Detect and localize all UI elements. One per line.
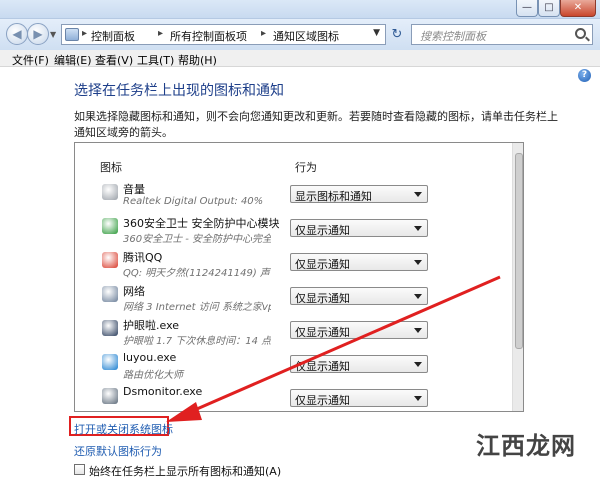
watermark-text: 江西龙网: [476, 432, 576, 460]
refresh-button[interactable]: ↻: [388, 26, 406, 44]
breadcrumb-separator-icon[interactable]: ▸: [261, 28, 266, 39]
speaker-icon: [102, 184, 118, 200]
row-name: 腾讯QQ: [123, 251, 163, 264]
behavior-select-value: 仅显示通知: [295, 326, 350, 339]
help-icon[interactable]: ?: [578, 69, 591, 82]
search-input[interactable]: 搜索控制面板: [411, 24, 593, 45]
row-name: 网络: [123, 285, 145, 298]
minimize-button[interactable]: —: [516, 0, 538, 17]
behavior-select-value: 仅显示通知: [295, 258, 350, 271]
maximize-button[interactable]: □: [538, 0, 560, 17]
row-name: 护眼啦.exe: [123, 319, 180, 332]
page-description: 如果选择隐藏图标和通知，则不会向您通知更改和更新。若要随时查看隐藏的图标，请单击…: [74, 110, 558, 139]
monitor-app-icon: [102, 388, 118, 404]
chevron-down-icon: [414, 362, 422, 367]
always-show-all-label[interactable]: 始终在任务栏上显示所有图标和通知(A): [89, 463, 281, 479]
behavior-select[interactable]: 仅显示通知: [290, 287, 428, 305]
breadcrumb-notification-icons[interactable]: 通知区域图标: [273, 28, 339, 44]
360-shield-icon: [102, 218, 118, 234]
close-button[interactable]: ✕: [560, 0, 596, 17]
menu-file[interactable]: 文件(F): [12, 52, 49, 68]
restore-default-behavior-link[interactable]: 还原默认图标行为: [74, 443, 162, 459]
notification-icons-table: 图标 行为 音量 Realtek Digital Output: 40% 显示图…: [74, 142, 524, 412]
behavior-select-value: 仅显示通知: [295, 360, 350, 373]
table-row: 网络 网络 3 Internet 访问 系统之家vpn服... 仅显示通知: [75, 283, 511, 316]
behavior-select-value: 仅显示通知: [295, 292, 350, 305]
table-row: Dsmonitor.exe 仅显示通知: [75, 385, 511, 411]
menu-tools[interactable]: 工具(T): [137, 52, 174, 68]
row-description: 网络 3 Internet 访问 系统之家vpn服...: [123, 302, 271, 313]
row-description: 360安全卫士 - 安全防护中心完全开启: [123, 234, 271, 245]
behavior-select[interactable]: 显示图标和通知: [290, 185, 428, 203]
chevron-down-icon: [414, 192, 422, 197]
network-icon: [102, 286, 118, 302]
row-description: 护眼啦 1.7 下次休息时间：14 点 59 ...: [123, 336, 271, 347]
address-dropdown-icon[interactable]: ▼: [373, 28, 380, 38]
column-header-behavior: 行为: [295, 161, 317, 174]
qq-penguin-icon: [102, 252, 118, 268]
recent-pages-dropdown-icon[interactable]: ▼: [50, 30, 56, 39]
site-watermark-logo: 江西龙网: [460, 418, 598, 478]
breadcrumb-all-items[interactable]: 所有控制面板项: [170, 28, 247, 44]
search-placeholder: 搜索控制面板: [420, 30, 486, 43]
behavior-select-value: 显示图标和通知: [295, 190, 372, 203]
chevron-down-icon: [414, 328, 422, 333]
page-title: 选择在任务栏上出现的图标和通知: [74, 83, 284, 99]
table-row: luyou.exe 路由优化大师 仅显示通知: [75, 351, 511, 384]
row-name: 360安全卫士 安全防护中心模块: [123, 217, 280, 230]
row-description: 路由优化大师: [123, 370, 183, 381]
behavior-select-value: 仅显示通知: [295, 224, 350, 237]
monitor-icon: [102, 320, 118, 336]
behavior-select[interactable]: 仅显示通知: [290, 355, 428, 373]
toggle-system-icons-link[interactable]: 打开或关闭系统图标: [74, 421, 173, 437]
row-description: QQ: 明天夕然(1124241149) 声音: 开...: [123, 268, 271, 279]
window-titlebar: — □ ✕: [0, 0, 600, 19]
row-name: Dsmonitor.exe: [123, 385, 203, 398]
search-icon[interactable]: [575, 28, 586, 39]
menu-help[interactable]: 帮助(H): [178, 52, 217, 68]
always-show-all-checkbox[interactable]: [74, 464, 85, 475]
row-description: Realtek Digital Output: 40%: [123, 196, 264, 207]
column-header-icon: 图标: [100, 161, 122, 174]
menu-bar: 文件(F) 编辑(E) 查看(V) 工具(T) 帮助(H): [0, 50, 600, 67]
control-panel-icon: [65, 28, 79, 41]
vertical-scrollbar[interactable]: [512, 143, 523, 411]
row-name: luyou.exe: [123, 351, 177, 364]
chevron-down-icon: [414, 260, 422, 265]
behavior-select-value: 仅显示通知: [295, 394, 350, 407]
breadcrumb-separator-icon[interactable]: ▸: [158, 28, 163, 39]
menu-edit[interactable]: 编辑(E): [54, 52, 92, 68]
breadcrumb-control-panel[interactable]: 控制面板: [91, 28, 135, 44]
forward-button[interactable]: ▶: [27, 23, 49, 45]
table-row: 腾讯QQ QQ: 明天夕然(1124241149) 声音: 开... 仅显示通知: [75, 249, 511, 282]
chevron-down-icon: [414, 226, 422, 231]
navigation-bar: ◀ ▶ ▼ ▸ 控制面板 ▸ 所有控制面板项 ▸ 通知区域图标 ▼ ↻ 搜索控制…: [0, 19, 600, 50]
behavior-select[interactable]: 仅显示通知: [290, 253, 428, 271]
back-button[interactable]: ◀: [6, 23, 28, 45]
behavior-select[interactable]: 仅显示通知: [290, 321, 428, 339]
behavior-select[interactable]: 仅显示通知: [290, 389, 428, 407]
row-name: 音量: [123, 183, 145, 196]
router-icon: [102, 354, 118, 370]
behavior-select[interactable]: 仅显示通知: [290, 219, 428, 237]
chevron-down-icon: [414, 294, 422, 299]
menu-view[interactable]: 查看(V): [95, 52, 133, 68]
table-row: 音量 Realtek Digital Output: 40% 显示图标和通知: [75, 181, 511, 214]
breadcrumb-separator-icon[interactable]: ▸: [82, 28, 87, 39]
address-bar[interactable]: ▸ 控制面板 ▸ 所有控制面板项 ▸ 通知区域图标 ▼: [61, 24, 386, 45]
chevron-down-icon: [414, 396, 422, 401]
scrollbar-thumb[interactable]: [515, 153, 523, 349]
table-row: 360安全卫士 安全防护中心模块 360安全卫士 - 安全防护中心完全开启 仅显…: [75, 215, 511, 248]
table-row: 护眼啦.exe 护眼啦 1.7 下次休息时间：14 点 59 ... 仅显示通知: [75, 317, 511, 350]
